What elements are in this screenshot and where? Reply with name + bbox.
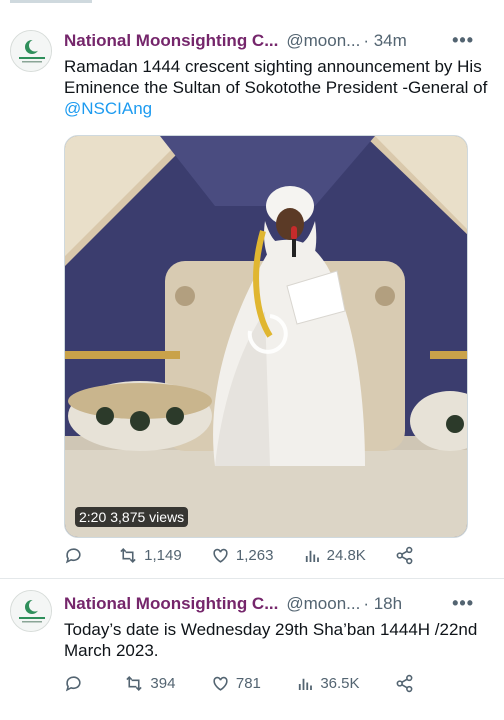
tweet-1[interactable]: National Moonsighting C... @moon... · 34… — [0, 22, 504, 577]
more-icon[interactable]: ••• — [452, 30, 474, 51]
reply-icon — [65, 548, 81, 564]
tweet-header: National Moonsighting C... @moon... · 18… — [64, 593, 494, 615]
views-count: 36.5K — [320, 675, 360, 692]
share-button[interactable] — [395, 674, 414, 693]
crescent-logo-icon — [11, 591, 51, 631]
retweet-icon — [120, 548, 136, 563]
avatar[interactable] — [10, 30, 52, 72]
author-name[interactable]: National Moonsighting C... — [64, 594, 278, 614]
tweet-divider — [0, 578, 504, 579]
views-icon — [305, 550, 319, 562]
share-button[interactable] — [395, 546, 414, 565]
like-icon — [213, 676, 228, 691]
tweet-text: Ramadan 1444 crescent sighting announcem… — [64, 56, 489, 119]
crescent-logo-icon — [11, 31, 51, 71]
like-count: 781 — [235, 675, 261, 692]
like-button[interactable]: 781 — [211, 674, 261, 693]
share-icon — [396, 674, 413, 693]
retweet-count: 394 — [150, 675, 176, 692]
tweet-text-body: Ramadan 1444 crescent sighting announcem… — [64, 57, 488, 97]
reply-button[interactable] — [64, 546, 89, 565]
tweet-actions: 1,149 1,263 24.8K — [64, 546, 414, 565]
tweet-actions: 394 781 36.5K — [64, 674, 414, 693]
reply-icon — [65, 676, 81, 692]
author-handle[interactable]: @moon... — [286, 594, 360, 614]
tweet-time[interactable]: · 18h — [363, 594, 402, 614]
more-icon[interactable]: ••• — [452, 593, 474, 614]
retweet-button[interactable]: 1,149 — [118, 546, 182, 565]
share-icon — [396, 546, 413, 565]
avatar[interactable] — [10, 590, 52, 632]
views-button[interactable]: 36.5K — [296, 675, 360, 693]
scroll-top-indicator — [10, 0, 92, 3]
author-handle[interactable]: @moon... — [286, 31, 360, 51]
mention-link[interactable]: @NSCIAng — [64, 99, 152, 118]
like-count: 1,263 — [235, 547, 274, 564]
tweet-header: National Moonsighting C... @moon... · 34… — [64, 30, 494, 52]
video-duration: 2:20 — [79, 509, 107, 525]
reply-button[interactable] — [64, 674, 89, 693]
like-icon — [213, 548, 228, 563]
video-badge: 2:20 3,875 views — [75, 507, 189, 527]
tweet-2[interactable]: National Moonsighting C... @moon... · 18… — [0, 586, 504, 720]
views-icon — [299, 678, 313, 690]
retweet-icon — [126, 676, 143, 691]
retweet-button[interactable]: 394 — [124, 674, 175, 693]
tweet-text: Today’s date is Wednesday 29th Sha’ban 1… — [64, 619, 489, 661]
video-player[interactable]: 2:20 3,875 views — [64, 135, 468, 538]
views-count: 24.8K — [326, 547, 366, 564]
author-name[interactable]: National Moonsighting C... — [64, 31, 278, 51]
video-views: 3,875 views — [110, 509, 185, 525]
views-button[interactable]: 24.8K — [303, 547, 366, 565]
video-frame — [65, 136, 467, 537]
like-button[interactable]: 1,263 — [211, 546, 274, 565]
tweet-time[interactable]: · 34m — [363, 31, 406, 51]
retweet-count: 1,149 — [144, 547, 182, 564]
tweet-text-body: Today’s date is Wednesday 29th Sha’ban 1… — [64, 620, 478, 660]
